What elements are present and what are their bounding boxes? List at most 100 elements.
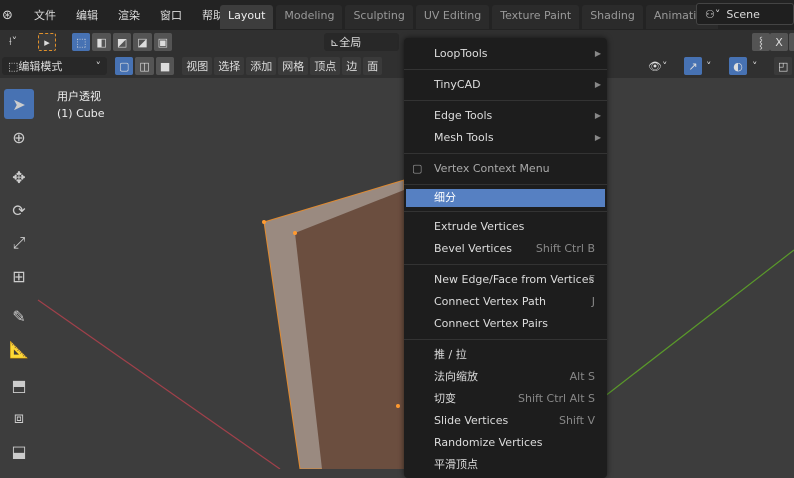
transform-pivot-icon[interactable]: ⟊˅ — [4, 33, 22, 51]
menu-item-slide-vertices[interactable]: Slide Vertices Shift V — [404, 410, 607, 432]
measure-icon[interactable]: 📐 — [4, 334, 34, 364]
y-axis-line — [599, 249, 794, 401]
menu-mesh[interactable]: 网格 — [278, 57, 309, 75]
x-axis-line — [37, 299, 281, 469]
menu-edit[interactable]: 编辑 — [66, 7, 108, 23]
menu-item-text: 推 / 拉 — [434, 348, 467, 361]
tab-shading[interactable]: Shading — [582, 5, 643, 29]
menu-item-text: J — [591, 295, 595, 308]
bevel-icon[interactable]: ⬓ — [4, 436, 34, 466]
mode-select[interactable]: ⬚ 编辑模式 ˅ — [2, 57, 107, 75]
menu-add[interactable]: 添加 — [246, 57, 277, 75]
orientation-select[interactable]: ⊾ 全局 — [324, 33, 400, 51]
edit-mode-icon: ⬚ — [8, 59, 19, 73]
rotate-icon[interactable]: ⟳ — [4, 195, 34, 225]
menu-item-connect-vertex-path[interactable]: Connect Vertex Path J — [404, 291, 607, 313]
menu-item-shear[interactable]: 切变 Shift Ctrl Alt S — [404, 388, 607, 410]
axis-y-toggle[interactable]: Y — [789, 33, 794, 51]
extrude-icon[interactable]: ⬒ — [4, 370, 34, 400]
menu-edge[interactable]: 边 — [342, 57, 362, 75]
xray-icon[interactable]: ◰ — [774, 57, 793, 75]
menu-item-text: TinyCAD — [434, 78, 481, 91]
annotate-icon[interactable]: ✎ — [4, 301, 34, 331]
tab-uv-editing[interactable]: UV Editing — [415, 5, 490, 29]
menu-render[interactable]: 渲染 — [108, 7, 150, 23]
menu-item-edge-tools[interactable]: Edge Tools ▶ — [404, 105, 607, 127]
menu-face[interactable]: 面 — [363, 57, 383, 75]
select-box-icon[interactable]: ➤ — [4, 89, 34, 119]
select-tool-icon[interactable]: ▸ — [38, 33, 56, 51]
gizmo-icon[interactable]: ↗ — [684, 57, 702, 75]
tool-header: ⟊˅ ▸ ⬚ ◧ ◩ ◪ ▣ ⊾ 全局 ⸾ X Y — [0, 30, 794, 54]
blender-logo-icon[interactable]: ⊛ — [2, 8, 24, 23]
menu-title-vertex-context: ▢ Vertex Context Menu — [404, 158, 607, 180]
edge-select-mode[interactable]: ◫ — [135, 57, 154, 75]
mirror-icon[interactable]: ⸾ — [752, 33, 770, 51]
menu-item-text: Vertex Context Menu — [434, 162, 550, 175]
menu-item-randomize-vertices[interactable]: Randomize Vertices — [404, 432, 607, 454]
vertex-context-menu: LoopTools ▶ TinyCAD ▶ Edge Tools ▶ Mesh Too… — [404, 38, 607, 478]
tab-layout[interactable]: Layout — [220, 5, 274, 29]
viewport-header: ⬚ 编辑模式 ˅ ▢ ◫ ■ 视图 选择 添加 网格 顶点 边 面 👁˅ ↗ ˅ … — [0, 54, 794, 78]
menu-item-connect-vertex-pairs[interactable]: Connect Vertex Pairs — [404, 313, 607, 335]
chevron-down-icon[interactable]: ˅ — [706, 60, 712, 73]
axis-x-toggle[interactable]: X — [770, 33, 788, 51]
menu-item-text: New Edge/Face from Vertices — [434, 273, 595, 286]
overlay-icon[interactable]: ◐ — [729, 57, 747, 75]
vertex-select-mode[interactable]: ▢ — [115, 57, 134, 75]
menu-item-text: Mesh Tools — [434, 131, 494, 144]
menu-select[interactable]: 选择 — [214, 57, 245, 75]
top-bar: ⊛ 文件 编辑 渲染 窗口 帮助 Layout Modeling Sculpti… — [0, 0, 794, 30]
scene-selector[interactable]: ⚇˅ Scene — [696, 3, 794, 25]
select-invert-icon[interactable]: ◪ — [133, 33, 152, 51]
menu-item-text: F — [588, 273, 595, 286]
menu-item-smooth-vertices[interactable]: 平滑顶点 — [404, 454, 607, 476]
menu-item-mesh-tools[interactable]: Mesh Tools ▶ — [404, 127, 607, 149]
menu-item-text: 切变 — [434, 392, 456, 405]
pin-icon: ▢ — [412, 162, 423, 175]
inset-icon[interactable]: ⧈ — [4, 403, 34, 433]
move-icon[interactable]: ✥ — [4, 162, 34, 192]
tab-modeling[interactable]: Modeling — [276, 5, 343, 29]
visibility-icon[interactable]: 👁˅ — [648, 60, 667, 73]
chevron-down-icon: ˅ — [95, 59, 102, 73]
orientation-value: 全局 — [339, 36, 362, 49]
menu-item-bevel-vertices[interactable]: Bevel Vertices Shift Ctrl B — [404, 238, 607, 260]
menu-file[interactable]: 文件 — [24, 7, 66, 23]
tab-sculpting[interactable]: Sculpting — [345, 5, 413, 29]
transform-icon[interactable]: ⊞ — [4, 261, 34, 291]
select-intersect-icon[interactable]: ▣ — [153, 33, 173, 51]
menu-item-push-pull[interactable]: 推 / 拉 — [404, 344, 607, 366]
menu-item-text: Alt S — [569, 370, 595, 383]
menu-item-tinycad[interactable]: TinyCAD ▶ — [404, 74, 607, 96]
menu-view[interactable]: 视图 — [182, 57, 213, 75]
menu-item-extrude-vertices[interactable]: Extrude Vertices — [404, 216, 607, 238]
menu-item-text: Edge Tools — [434, 109, 493, 122]
submenu-arrow-icon: ▶ — [594, 133, 601, 142]
scale-icon[interactable]: ⤢ — [4, 228, 34, 258]
viewport-info: 用户透视 (1) Cube — [57, 88, 104, 122]
menu-vertex[interactable]: 顶点 — [310, 57, 341, 75]
mode-value: 编辑模式 — [18, 60, 63, 73]
submenu-arrow-icon: ▶ — [594, 49, 601, 58]
menu-item-text: Shift Ctrl Alt S — [518, 392, 595, 405]
submenu-arrow-icon: ▶ — [594, 80, 601, 89]
view-name: 用户透视 — [57, 90, 101, 103]
tab-texture-paint[interactable]: Texture Paint — [492, 5, 580, 29]
select-new-icon[interactable]: ⬚ — [72, 33, 91, 51]
menu-window[interactable]: 窗口 — [150, 7, 192, 23]
submenu-arrow-icon: ▶ — [594, 111, 601, 120]
face-select-mode[interactable]: ■ — [155, 57, 175, 75]
orientation-icon: ⊾ — [330, 35, 340, 49]
select-extend-icon[interactable]: ◧ — [92, 33, 111, 51]
cursor-icon[interactable]: ⊕ — [4, 122, 34, 152]
menu-item-subdivide[interactable]: 细分 — [406, 189, 605, 207]
menu-item-new-edge-face[interactable]: New Edge/Face from Vertices F — [404, 269, 607, 291]
chevron-down-icon[interactable]: ˅ — [752, 60, 758, 73]
menu-item-text: Randomize Vertices — [434, 436, 543, 449]
select-subtract-icon[interactable]: ◩ — [112, 33, 132, 51]
menu-item-text: Connect Vertex Path — [434, 295, 546, 308]
menu-item-text: LoopTools — [434, 47, 488, 60]
menu-item-shrink-fatten[interactable]: 法向缩放 Alt S — [404, 366, 607, 388]
menu-item-looptools[interactable]: LoopTools ▶ — [404, 43, 607, 65]
